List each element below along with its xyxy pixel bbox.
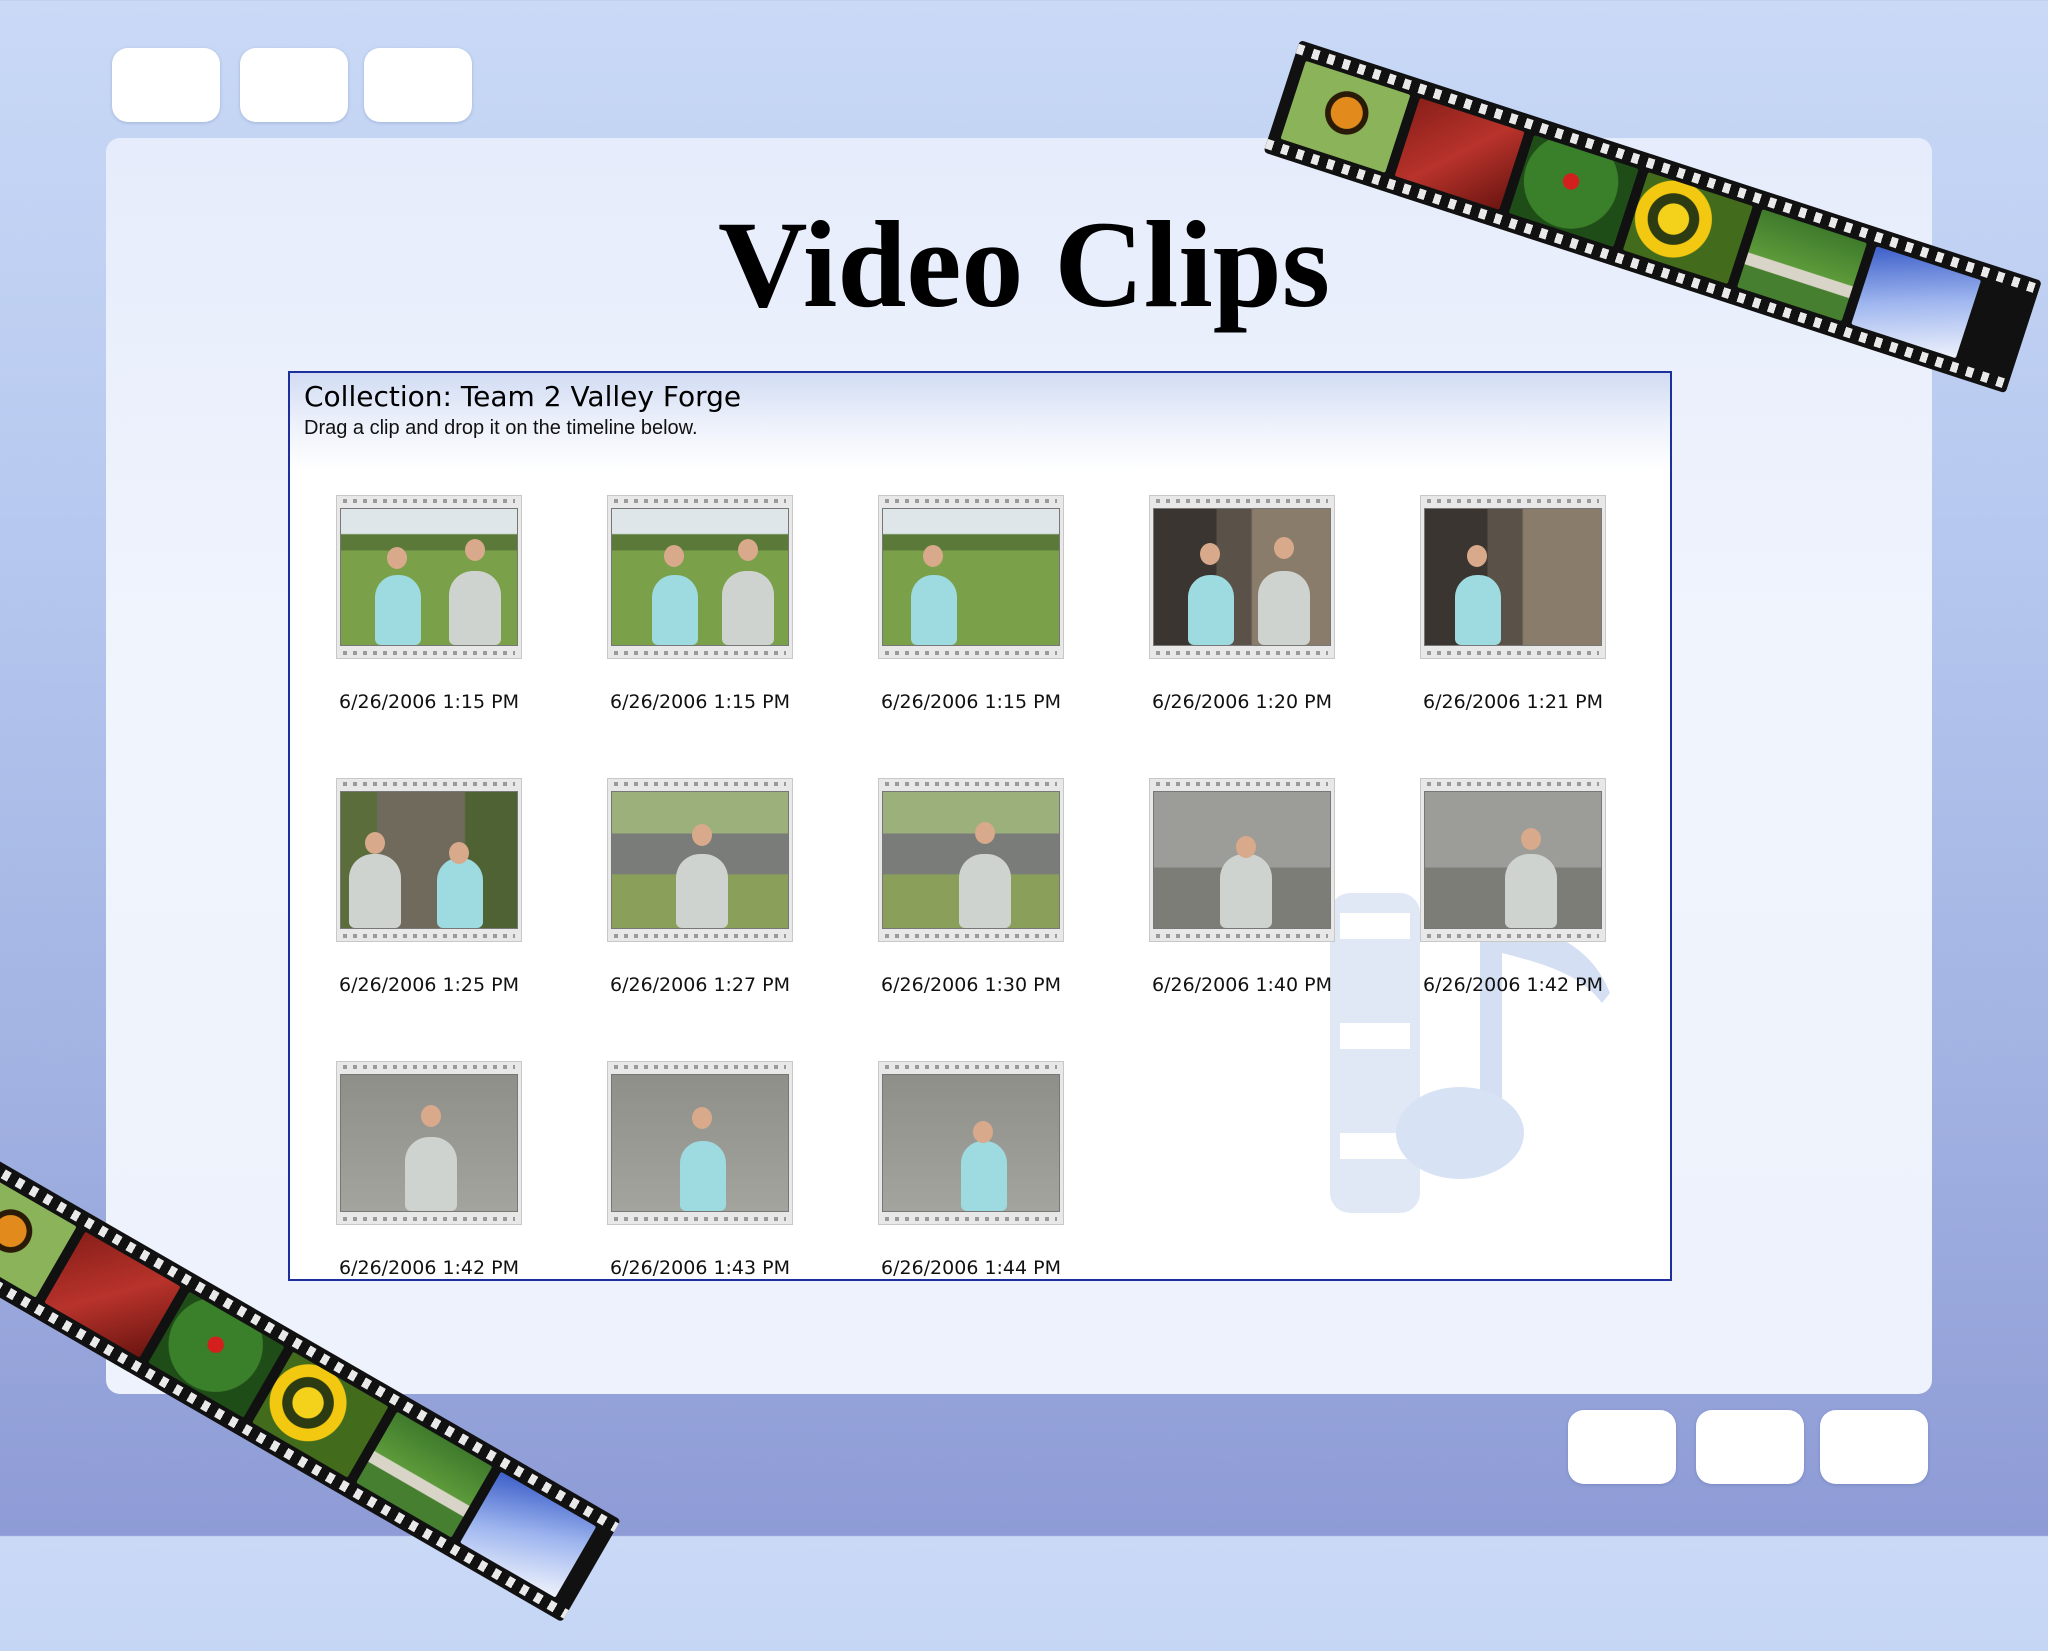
clip-timestamp: 6/26/2006 1:15 PM	[609, 691, 791, 713]
grave-photo-frame	[356, 1411, 493, 1538]
video-clip[interactable]: 6/26/2006 1:42 PM	[326, 1061, 526, 1279]
clip-photo	[611, 508, 789, 646]
video-clip[interactable]: 6/26/2006 1:42 PM	[1410, 778, 1610, 1028]
clip-timestamp: 6/26/2006 1:44 PM	[880, 1257, 1062, 1279]
video-clip[interactable]: 6/26/2006 1:15 PM	[868, 495, 1068, 745]
clip-thumbnail[interactable]	[607, 778, 793, 942]
clip-thumbnail[interactable]	[878, 1061, 1064, 1225]
clip-thumbnail[interactable]	[607, 1061, 793, 1225]
clip-thumbnail[interactable]	[336, 495, 522, 659]
slide-title: Video Clips	[717, 196, 1331, 333]
video-clip[interactable]: 6/26/2006 1:15 PM	[597, 495, 797, 745]
decorative-box	[240, 48, 348, 122]
clip-photo	[882, 1074, 1060, 1212]
video-clip[interactable]: 6/26/2006 1:40 PM	[1139, 778, 1339, 1028]
clip-photo	[882, 791, 1060, 929]
video-clip[interactable]: 6/26/2006 1:27 PM	[597, 778, 797, 1028]
clip-timestamp: 6/26/2006 1:15 PM	[880, 691, 1062, 713]
clip-timestamp: 6/26/2006 1:27 PM	[609, 974, 791, 996]
clip-photo	[340, 791, 518, 929]
clip-photo	[611, 791, 789, 929]
video-clip[interactable]: 6/26/2006 1:20 PM	[1139, 495, 1339, 745]
clip-photo	[882, 508, 1060, 646]
clip-timestamp: 6/26/2006 1:42 PM	[338, 1257, 520, 1279]
clip-timestamp: 6/26/2006 1:20 PM	[1151, 691, 1333, 713]
butterfly-photo-frame	[1280, 60, 1411, 173]
clip-timestamp: 6/26/2006 1:15 PM	[338, 691, 520, 713]
clip-thumbnail[interactable]	[878, 495, 1064, 659]
clip-photo	[1153, 791, 1331, 929]
clip-thumbnail[interactable]	[607, 495, 793, 659]
decorative-box	[1568, 1410, 1676, 1484]
clip-timestamp: 6/26/2006 1:43 PM	[609, 1257, 791, 1279]
decorative-box	[364, 48, 472, 122]
video-clip[interactable]: 6/26/2006 1:25 PM	[326, 778, 526, 1028]
clip-photo	[340, 508, 518, 646]
clip-thumbnail[interactable]	[1149, 495, 1335, 659]
clip-thumbnail[interactable]	[336, 778, 522, 942]
decorative-box	[1696, 1410, 1804, 1484]
clip-timestamp: 6/26/2006 1:21 PM	[1422, 691, 1604, 713]
clip-timestamp: 6/26/2006 1:40 PM	[1151, 974, 1333, 996]
clip-thumbnail[interactable]	[336, 1061, 522, 1225]
video-clip[interactable]: 6/26/2006 1:44 PM	[868, 1061, 1068, 1279]
clip-photo	[340, 1074, 518, 1212]
clip-photo	[1153, 508, 1331, 646]
clip-timestamp: 6/26/2006 1:25 PM	[338, 974, 520, 996]
clip-grid: 6/26/2006 1:15 PM 6/26/2006 1:15 PM 6/26…	[290, 373, 1670, 1279]
clip-thumbnail[interactable]	[878, 778, 1064, 942]
decorative-box	[1820, 1410, 1928, 1484]
video-clip[interactable]: 6/26/2006 1:30 PM	[868, 778, 1068, 1028]
clip-photo	[1424, 508, 1602, 646]
clip-thumbnail[interactable]	[1149, 778, 1335, 942]
clip-thumbnail[interactable]	[1420, 495, 1606, 659]
sky-photo-frame	[460, 1471, 597, 1598]
clip-timestamp: 6/26/2006 1:42 PM	[1422, 974, 1604, 996]
video-clip[interactable]: 6/26/2006 1:21 PM	[1410, 495, 1610, 745]
clip-timestamp: 6/26/2006 1:30 PM	[880, 974, 1062, 996]
clip-photo	[611, 1074, 789, 1212]
decorative-box	[112, 48, 220, 122]
video-clip[interactable]: 6/26/2006 1:43 PM	[597, 1061, 797, 1279]
collection-window: Collection: Team 2 Valley Forge Drag a c…	[288, 371, 1672, 1281]
video-clip[interactable]: 6/26/2006 1:15 PM	[326, 495, 526, 745]
clip-photo	[1424, 791, 1602, 929]
clip-thumbnail[interactable]	[1420, 778, 1606, 942]
